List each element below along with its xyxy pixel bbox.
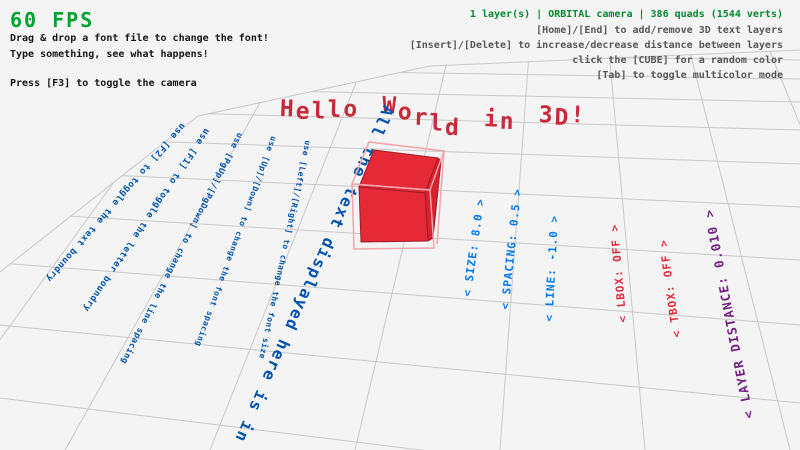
cube[interactable] (352, 142, 444, 249)
render-stats: 1 layer(s) | ORBITAL camera | 386 quads … (470, 9, 783, 20)
cube-layer (0, 0, 800, 450)
fps-counter: 60 FPS (10, 8, 94, 32)
cube-front-face[interactable] (359, 187, 428, 242)
hint-drag-drop-font: Drag & drop a font file to change the fo… (10, 33, 269, 44)
hint-type-something: Type something, see what happens! (10, 49, 209, 60)
help-multicolor-mode: [Tab] to toggle multicolor mode (596, 70, 783, 81)
help-cube-random-color: click the [CUBE] for a random color (572, 55, 783, 66)
cube-top-face[interactable] (359, 150, 438, 193)
app-window: Hello World in 3D! All the text displaye… (0, 0, 800, 450)
help-layer-distance: [Insert]/[Delete] to increase/decrease d… (410, 40, 783, 51)
help-add-remove-layers: [Home]/[End] to add/remove 3D text layer… (536, 25, 783, 36)
hint-toggle-camera: Press [F3] to toggle the camera (10, 78, 197, 89)
